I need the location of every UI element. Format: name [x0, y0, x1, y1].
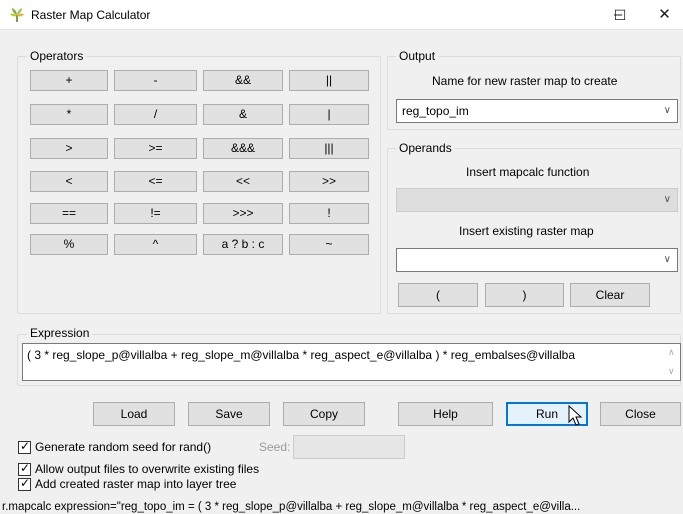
operator-button[interactable]: &&&	[203, 138, 283, 159]
chevron-down-icon: ∨	[663, 105, 671, 116]
raster-map-combobox[interactable]: ∨	[396, 248, 678, 272]
seed-checkbox[interactable]: ✓	[18, 439, 31, 454]
operator-button[interactable]: /	[114, 104, 197, 125]
close-window-button[interactable]: ✕	[646, 0, 683, 30]
operator-button[interactable]: <=	[114, 171, 197, 192]
operands-label: Operands	[396, 141, 455, 155]
chevron-down-icon: ∨	[663, 194, 671, 205]
run-label: Run	[535, 407, 558, 421]
operator-button[interactable]: >	[30, 138, 108, 159]
expression-textarea[interactable]: ( 3 * reg_slope_p@villalba + reg_slope_m…	[22, 343, 681, 381]
mapcalc-function-combobox[interactable]: ∨	[396, 188, 678, 212]
expression-label: Expression	[27, 326, 93, 340]
overwrite-checkbox-label: Allow output files to overwrite existing…	[35, 462, 260, 476]
window-title: Raster Map Calculator	[31, 8, 151, 22]
operator-button[interactable]: |||	[289, 138, 369, 159]
close-button[interactable]: Close	[600, 402, 681, 426]
seed-label: Seed:	[259, 440, 291, 454]
operator-button[interactable]: >>	[289, 171, 369, 192]
clear-button[interactable]: Clear	[570, 283, 650, 307]
seed-checkbox-label: Generate random seed for rand()	[35, 440, 212, 454]
scroll-up-icon: ∧	[668, 347, 675, 357]
expression-text: ( 3 * reg_slope_p@villalba + reg_slope_m…	[27, 348, 576, 362]
command-status-text: r.mapcalc expression="reg_topo_im = ( 3 …	[2, 501, 581, 513]
operator-button[interactable]: *	[30, 104, 108, 125]
title-bar: Raster Map Calculator – ☐ ✕	[0, 0, 683, 30]
maximize-button[interactable]: ☐	[600, 0, 640, 30]
mapcalc-function-label: Insert mapcalc function	[466, 165, 590, 179]
raster-map-label: Insert existing raster map	[459, 224, 594, 238]
operator-button[interactable]: ~	[289, 234, 369, 255]
operator-button[interactable]: |	[289, 104, 369, 125]
operator-button[interactable]: !=	[114, 203, 197, 224]
operator-button[interactable]: !	[289, 203, 369, 224]
checkmark-icon: ✓	[20, 439, 31, 453]
output-name-value: reg_topo_im	[402, 104, 469, 118]
operator-button[interactable]: %	[30, 234, 108, 255]
add-layer-checkbox[interactable]: ✓	[18, 476, 31, 491]
mouse-cursor-icon	[568, 405, 583, 426]
operator-button[interactable]: >>>	[203, 203, 283, 224]
operator-button[interactable]: &&	[203, 70, 283, 91]
output-name-label: Name for new raster map to create	[432, 74, 618, 88]
scroll-down-icon: ∨	[668, 366, 675, 376]
operator-button[interactable]: ==	[30, 203, 108, 224]
checkmark-icon: ✓	[20, 461, 31, 475]
output-label: Output	[396, 49, 439, 63]
open-paren-button[interactable]: (	[398, 283, 478, 307]
chevron-down-icon: ∨	[663, 254, 671, 265]
checkmark-icon: ✓	[20, 476, 31, 490]
copy-button[interactable]: Copy	[283, 402, 365, 426]
operators-label: Operators	[27, 49, 87, 63]
operator-button[interactable]: >=	[114, 138, 197, 159]
operator-button[interactable]: <<	[203, 171, 283, 192]
operator-button[interactable]: -	[114, 70, 197, 91]
grass-app-icon	[10, 8, 24, 22]
help-button[interactable]: Help	[398, 402, 493, 426]
close-paren-button[interactable]: )	[485, 283, 564, 307]
overwrite-checkbox[interactable]: ✓	[18, 461, 31, 476]
operator-button[interactable]: ||	[289, 70, 369, 91]
operator-button[interactable]: <	[30, 171, 108, 192]
operator-button[interactable]: &	[203, 104, 283, 125]
operator-button[interactable]: +	[30, 70, 108, 91]
expression-scrollbar[interactable]: ∧ ∨	[664, 344, 680, 380]
load-button[interactable]: Load	[93, 402, 175, 426]
save-button[interactable]: Save	[188, 402, 270, 426]
seed-input[interactable]	[293, 435, 405, 459]
add-layer-checkbox-label: Add created raster map into layer tree	[35, 477, 237, 491]
operator-button[interactable]: a ? b : c	[203, 234, 283, 255]
operator-button[interactable]: ^	[114, 234, 197, 255]
output-name-combobox[interactable]: reg_topo_im ∨	[396, 99, 678, 123]
